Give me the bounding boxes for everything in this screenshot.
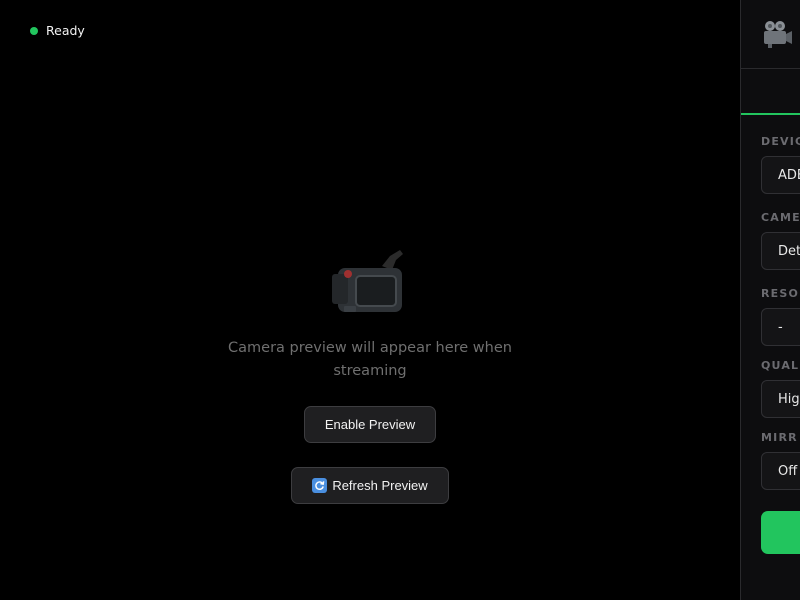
status-dot — [30, 26, 38, 35]
enable-preview-button[interactable]: Enable Preview — [304, 406, 436, 443]
video-camera-icon — [332, 250, 403, 312]
mirror-select[interactable]: Off — [761, 452, 800, 490]
sidebar-header — [741, 0, 800, 69]
resolution-select[interactable]: - — [761, 308, 800, 346]
status-indicator: Ready — [30, 23, 85, 38]
status-text: Ready — [46, 23, 85, 38]
refresh-preview-label: Refresh Preview — [332, 478, 428, 493]
sidebar-tab-active[interactable] — [741, 69, 800, 115]
refresh-preview-button[interactable]: Refresh Preview — [291, 467, 449, 504]
quality-label: QUAL — [761, 359, 800, 372]
quality-select[interactable]: Hig — [761, 380, 800, 418]
resolution-label: RESOL — [761, 287, 800, 300]
camera-app: Ready Camera preview will appear here wh… — [0, 0, 800, 600]
enable-preview-label: Enable Preview — [324, 417, 416, 432]
refresh-icon — [312, 478, 328, 493]
settings-sidebar: DEVIC ADB CAME Det RESOL - QUAL Hig MIRR… — [740, 0, 800, 600]
preview-placeholder-text: Camera preview will appear here when str… — [228, 340, 512, 379]
camera-label: CAME — [761, 211, 800, 224]
preview-area: Ready Camera preview will appear here wh… — [0, 0, 740, 600]
camera-select[interactable]: Det — [761, 232, 800, 270]
mirror-label: MIRR — [761, 431, 798, 444]
movie-camera-icon — [764, 21, 792, 48]
start-stream-button[interactable] — [761, 511, 800, 554]
device-select[interactable]: ADB — [761, 156, 800, 194]
device-label: DEVIC — [761, 135, 800, 148]
